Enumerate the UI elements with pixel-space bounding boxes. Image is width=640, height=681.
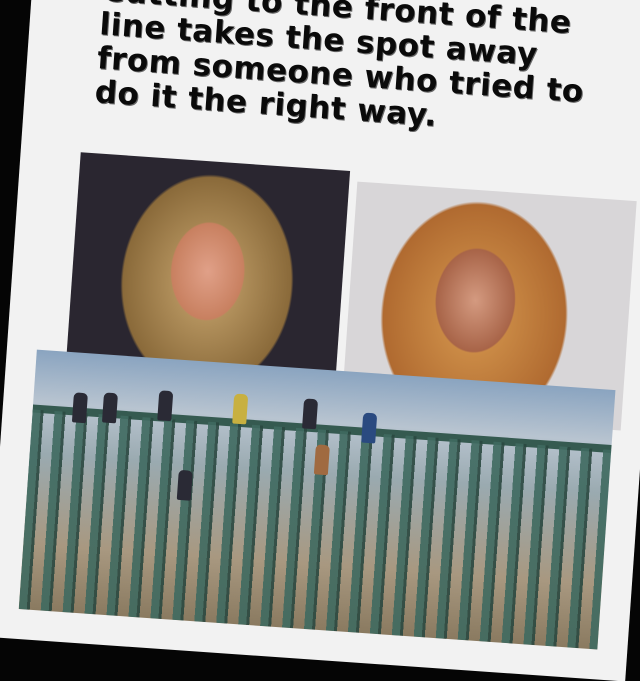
person-climbing bbox=[157, 390, 174, 422]
meme-caption: Cutting to the front of the line takes t… bbox=[93, 0, 586, 134]
meme-card: Cutting to the front of the line takes t… bbox=[0, 0, 640, 681]
person-climbing bbox=[302, 398, 319, 430]
photo-border-fence bbox=[18, 349, 616, 650]
person-climbing bbox=[176, 469, 193, 501]
person-climbing bbox=[361, 412, 378, 444]
person-climbing bbox=[71, 392, 88, 424]
person-climbing bbox=[101, 392, 119, 424]
fence-bars bbox=[18, 409, 612, 650]
person-climbing bbox=[313, 444, 330, 476]
person-climbing bbox=[232, 393, 249, 425]
